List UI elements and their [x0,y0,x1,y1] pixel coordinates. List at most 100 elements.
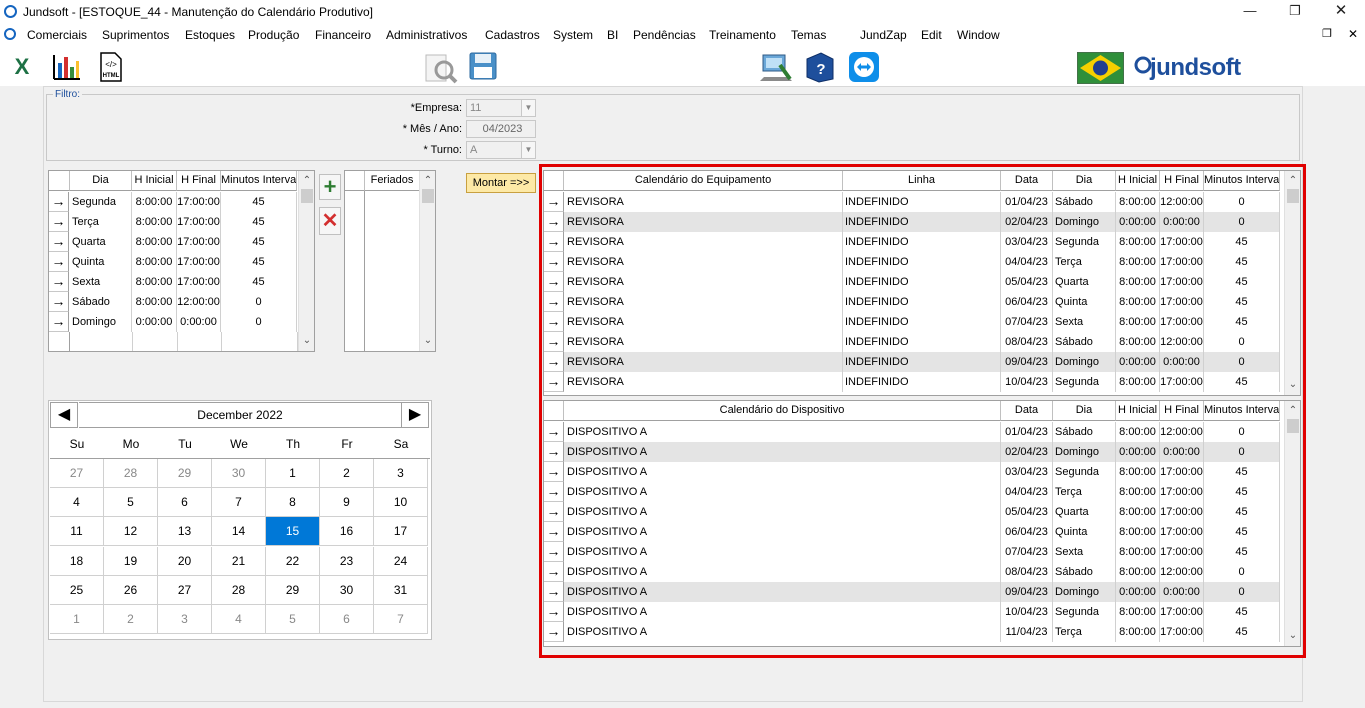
scroll-up-icon[interactable]: ⌃ [299,173,314,189]
prev-month-button[interactable]: ◀ [50,402,78,428]
column-header[interactable]: Linha [843,171,1001,191]
calendar-day[interactable]: 6 [320,605,374,634]
calendar-day[interactable]: 7 [374,605,428,634]
close-button[interactable]: ✕ [1318,0,1364,24]
table-row[interactable]: → DISPOSITIVO A 01/04/23 Sábado 8:00:00 12:00… [544,422,1280,442]
menu-cadastros[interactable]: Cadastros [485,28,540,42]
device-calendar-grid[interactable]: Calendário do Dispositivo Data Dia H Ini… [543,400,1301,647]
vertical-scrollbar[interactable]: ⌃ ⌄ [1284,171,1300,395]
calendar-day[interactable]: 2 [104,605,158,634]
add-button[interactable]: + [319,174,341,200]
next-month-button[interactable]: ▶ [401,402,429,428]
table-row[interactable]: → Quarta 8:00:00 17:00:00 45 [49,232,299,252]
table-row[interactable]: → Sexta 8:00:00 17:00:00 45 [49,272,299,292]
turno-combo[interactable]: A ▼ [466,141,536,159]
table-row[interactable]: → Terça 8:00:00 17:00:00 45 [49,212,299,232]
mes-ano-input[interactable]: 04/2023 [466,120,536,138]
table-row[interactable]: → DISPOSITIVO A 04/04/23 Terça 8:00:00 17:00:… [544,482,1280,502]
calendar-day[interactable]: 10 [374,488,428,518]
calendar-day[interactable]: 30 [212,459,266,488]
column-header[interactable]: Minutos Intervalo [221,171,297,191]
equipment-calendar-grid[interactable]: Calendário do Equipamento Linha Data Dia… [543,170,1301,396]
table-row[interactable]: → DISPOSITIVO A 07/04/23 Sexta 8:00:00 17:00:… [544,542,1280,562]
delete-button[interactable]: ✕ [319,207,341,235]
menu-administrativos[interactable]: Administrativos [386,28,467,42]
scroll-thumb[interactable] [1287,189,1299,203]
calendar-day[interactable]: 2 [320,459,374,488]
minimize-button[interactable]: — [1227,0,1273,24]
calendar-day[interactable]: 13 [158,517,212,547]
calendar-day[interactable]: 28 [212,575,266,605]
column-header[interactable]: Feriados [365,171,420,191]
scroll-thumb[interactable] [1287,419,1299,433]
calendar-day[interactable]: 18 [50,546,104,576]
calendar-day[interactable]: 19 [104,546,158,576]
calendar-day[interactable]: 21 [212,546,266,576]
table-row[interactable]: → REVISORA INDEFINIDO 10/04/23 Segunda 8:00:0… [544,372,1280,392]
calendar-day[interactable]: 22 [266,546,320,576]
column-header[interactable]: H Inicial [1116,401,1160,421]
vertical-scrollbar[interactable]: ⌃ ⌄ [1284,401,1300,646]
menu-financeiro[interactable]: Financeiro [315,28,371,42]
column-header[interactable]: Data [1001,171,1053,191]
scroll-thumb[interactable] [422,189,434,203]
html-export-icon[interactable]: </> HTML [99,52,123,82]
menu-bi[interactable]: BI [607,28,618,42]
menu-producao[interactable]: Produção [248,28,299,42]
column-header[interactable]: Minutos Intervalo [1204,401,1280,421]
vertical-scrollbar[interactable]: ⌃ ⌄ [298,171,314,351]
calendar-day[interactable]: 9 [320,488,374,518]
scroll-down-icon[interactable]: ⌄ [299,333,314,349]
empresa-combo[interactable]: 11 ▼ [466,99,536,117]
column-header[interactable]: Minutos Intervalo [1204,171,1280,191]
calendar-day[interactable]: 14 [212,517,266,547]
column-header[interactable]: H Inicial [132,171,177,191]
column-header[interactable]: H Final [177,171,221,191]
column-header[interactable]: H Final [1160,171,1204,191]
menu-treinamento[interactable]: Treinamento [709,28,776,42]
table-row[interactable]: → DISPOSITIVO A 11/04/23 Terça 8:00:00 17:00:… [544,622,1280,642]
calendar-day[interactable]: 1 [50,605,104,634]
column-header[interactable]: Data [1001,401,1053,421]
column-header[interactable]: Dia [70,171,132,191]
calendar-day[interactable]: 8 [266,488,320,518]
table-row[interactable]: → REVISORA INDEFINIDO 08/04/23 Sábado 8:00:00… [544,332,1280,352]
column-header[interactable]: Dia [1053,401,1116,421]
chart-icon[interactable] [52,53,82,81]
table-row[interactable]: → REVISORA INDEFINIDO 07/04/23 Sexta 8:00:00 1… [544,312,1280,332]
calendar-day[interactable]: 27 [158,575,212,605]
table-row[interactable]: → DISPOSITIVO A 10/04/23 Segunda 8:00:00 17:0… [544,602,1280,622]
calendar-day[interactable]: 29 [158,459,212,488]
vertical-scrollbar[interactable]: ⌃ ⌄ [419,171,435,351]
calendar-day[interactable]: 31 [374,575,428,605]
month-calendar[interactable]: ◀ December 2022 ▶ Su Mo Tu We Th Fr Sa 27 28 29 3… [48,400,432,640]
chevron-down-icon[interactable]: ▼ [521,142,535,158]
menu-suprimentos[interactable]: Suprimentos [102,28,169,42]
scroll-up-icon[interactable]: ⌃ [420,173,435,189]
table-row[interactable]: → DISPOSITIVO A 09/04/23 Domingo 0:00:00 0:00… [544,582,1280,602]
menu-window[interactable]: Window [957,28,1000,42]
table-row[interactable]: → Segunda 8:00:00 17:00:00 45 [49,192,299,212]
table-row[interactable]: → Sábado 8:00:00 12:00:00 0 [49,292,299,312]
calendar-day[interactable]: 25 [50,575,104,605]
maximize-button[interactable]: ❐ [1272,0,1318,24]
column-header[interactable]: Calendário do Equipamento [564,171,843,191]
calendar-day[interactable]: 29 [266,575,320,605]
mdi-close-icon[interactable]: ✕ [1348,27,1358,41]
scroll-thumb[interactable] [301,189,313,203]
scroll-down-icon[interactable]: ⌄ [1285,377,1300,393]
calendar-day[interactable]: 5 [266,605,320,634]
table-row[interactable]: → REVISORA INDEFINIDO 05/04/23 Quarta 8:00:00… [544,272,1280,292]
weekly-schedule-grid[interactable]: Dia H Inicial H Final Minutos Intervalo … [48,170,315,352]
calendar-day[interactable]: 15 [266,517,320,547]
menu-comerciais[interactable]: Comerciais [27,28,87,42]
calendar-day[interactable]: 3 [158,605,212,634]
scroll-up-icon[interactable]: ⌃ [1285,173,1300,189]
menu-estoques[interactable]: Estoques [185,28,235,42]
calendar-day[interactable]: 7 [212,488,266,518]
calendar-day[interactable]: 27 [50,459,104,488]
table-row[interactable]: → DISPOSITIVO A 02/04/23 Domingo 0:00:00 0:00… [544,442,1280,462]
calendar-day[interactable]: 3 [374,459,428,488]
column-header[interactable]: H Inicial [1116,171,1160,191]
calendar-month-title[interactable]: December 2022 [79,402,401,428]
